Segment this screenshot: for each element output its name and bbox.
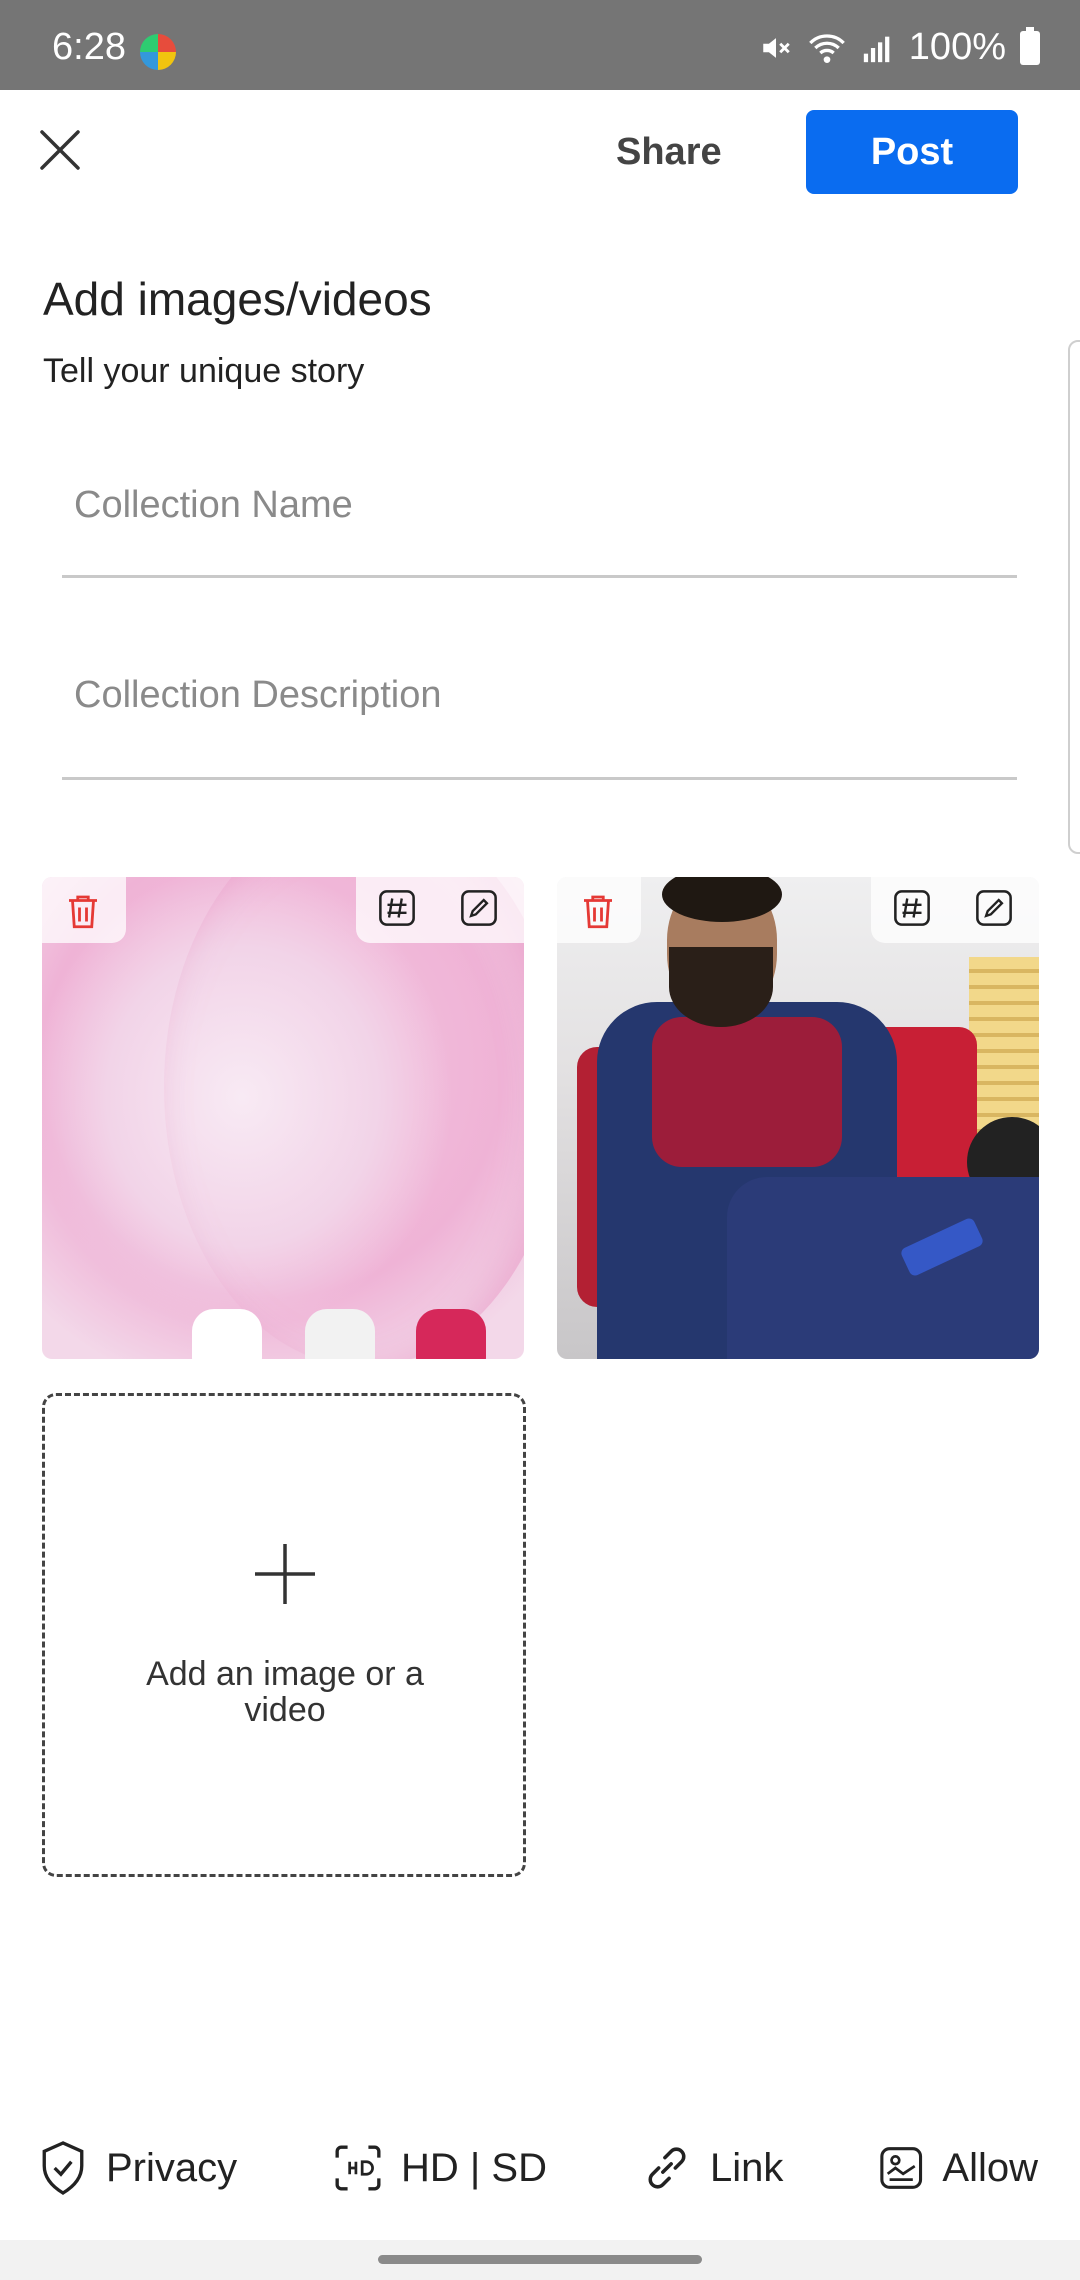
link-label: Link (710, 2145, 784, 2190)
delete-icon[interactable] (62, 889, 104, 933)
hd-focus-icon (335, 2145, 381, 2191)
mute-icon (763, 37, 790, 58)
quality-label: HD | SD (401, 2145, 547, 2190)
plus-icon (255, 1544, 315, 1604)
shield-check-icon (42, 2141, 84, 2195)
collection-name-field[interactable]: Collection Name (62, 440, 1017, 578)
edit-icon[interactable] (460, 889, 498, 927)
collection-description-field[interactable]: Collection Description (62, 640, 1017, 780)
post-button[interactable]: Post (806, 110, 1018, 194)
add-media-button[interactable]: Add an image or a video (42, 1393, 526, 1877)
bottom-toolbar: Privacy HD | SD Link Allow (0, 2130, 1080, 2220)
wallpaper-image (164, 877, 524, 1359)
status-time: 6:28 (52, 26, 126, 68)
share-button[interactable]: Share (610, 130, 728, 175)
image-settings-icon (880, 2147, 923, 2189)
gallery-app-icon (416, 1309, 486, 1359)
delete-icon[interactable] (577, 889, 619, 933)
allow-label: Allow (942, 2145, 1038, 2190)
battery-icon (1020, 26, 1040, 65)
app-notification-icon (140, 34, 176, 70)
home-indicator[interactable] (378, 2255, 702, 2264)
quality-button[interactable]: HD | SD (333, 2140, 547, 2196)
page-subtitle: Tell your unique story (43, 352, 365, 390)
allow-button[interactable]: Allow (878, 2140, 1038, 2196)
signal-icon (863, 36, 890, 62)
hashtag-icon[interactable] (378, 889, 416, 927)
media-tile[interactable] (42, 877, 524, 1359)
play-store-icon (192, 1309, 262, 1359)
media-tile[interactable] (557, 877, 1039, 1359)
link-icon (648, 2147, 686, 2189)
status-icons: 100% (759, 26, 1040, 69)
page-title: Add images/videos (43, 273, 432, 325)
google-apps-icon (305, 1309, 375, 1359)
add-media-label: Add an image or a video (146, 1655, 424, 1729)
link-button[interactable]: Link (642, 2140, 783, 2196)
wifi-icon (808, 33, 845, 63)
collection-description-placeholder: Collection Description (74, 674, 442, 716)
privacy-button[interactable]: Privacy (38, 2140, 237, 2196)
close-icon[interactable] (40, 130, 80, 170)
hashtag-icon[interactable] (893, 889, 931, 927)
collection-name-placeholder: Collection Name (74, 484, 353, 526)
status-bar: 6:28 100% (0, 0, 1080, 90)
system-nav-bar (0, 2240, 1080, 2280)
edit-icon[interactable] (975, 889, 1013, 927)
battery-percent: 100% (908, 26, 1006, 68)
top-bar: Share Post (0, 90, 1080, 220)
privacy-label: Privacy (106, 2145, 238, 2190)
scroll-indicator[interactable] (1068, 340, 1080, 854)
